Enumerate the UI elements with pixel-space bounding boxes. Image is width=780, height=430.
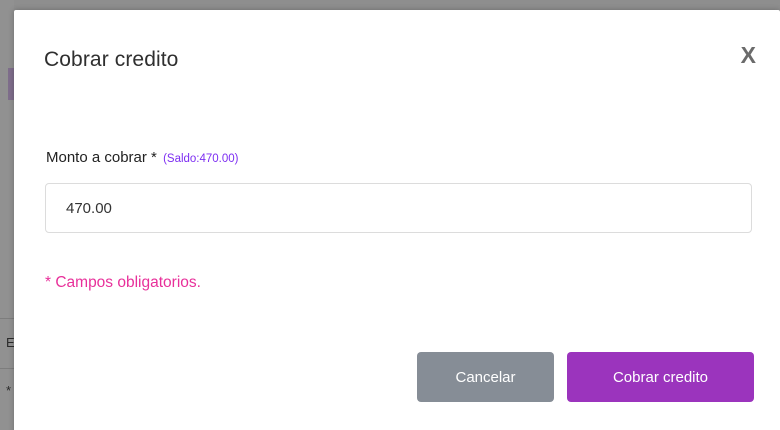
required-fields-note: * Campos obligatorios.	[45, 274, 201, 291]
background-divider	[0, 318, 14, 319]
monto-field-label: Monto a cobrar * (Saldo:470.00)	[46, 149, 239, 166]
cobrar-credito-button[interactable]: Cobrar credito	[567, 352, 754, 402]
cancel-button[interactable]: Cancelar	[417, 352, 554, 402]
monto-label-text: Monto a cobrar *	[46, 149, 157, 166]
cobrar-credito-modal: Cobrar credito X Monto a cobrar * (Saldo…	[14, 10, 780, 430]
monto-input[interactable]	[45, 183, 752, 233]
saldo-hint: (Saldo:470.00)	[163, 153, 239, 165]
modal-title: Cobrar credito	[44, 48, 179, 71]
close-icon[interactable]: X	[741, 44, 756, 67]
background-text-fragment: *	[6, 383, 12, 398]
background-page	[0, 0, 14, 430]
background-divider	[0, 368, 14, 369]
